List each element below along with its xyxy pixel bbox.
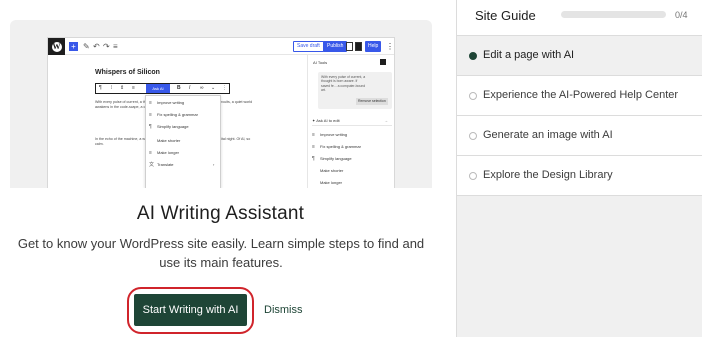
editor-preview-image: W + ✎ ↶ ↷ ≡ Save draft Publish Help ⋮ Wh… bbox=[10, 20, 432, 188]
remove-selection-button: Remove selection bbox=[356, 98, 388, 105]
undo-icon: ↶ bbox=[93, 42, 100, 51]
bold-icon: B bbox=[177, 85, 181, 91]
step-label: Explore the Design Library bbox=[483, 169, 613, 181]
chevron-down-icon: ⌄ bbox=[211, 85, 216, 91]
editor-toolbar: W + ✎ ↶ ↷ ≡ Save draft Publish Help ⋮ bbox=[48, 38, 394, 55]
guide-step[interactable]: Explore the Design Library bbox=[457, 156, 702, 196]
panel-item-icon: ≡ bbox=[312, 144, 315, 150]
start-writing-button[interactable]: Start Writing with AI bbox=[134, 294, 247, 326]
step-label: Experience the AI-Powered Help Center bbox=[483, 89, 679, 101]
wordpress-logo-icon: W bbox=[48, 38, 65, 55]
menu-item-icon: ≡ bbox=[149, 100, 152, 106]
editor-mockup: W + ✎ ↶ ↷ ≡ Save draft Publish Help ⋮ Wh… bbox=[47, 37, 395, 188]
align-icon: ≡ bbox=[132, 85, 135, 91]
progress-bar bbox=[561, 11, 666, 18]
menu-item: ≡ Fix spelling & grammar bbox=[149, 112, 198, 118]
more-icon: ⋮ bbox=[222, 85, 227, 91]
ai-tools-panel: AI Tools With every pulse of current, a … bbox=[307, 55, 394, 188]
step-status-icon bbox=[469, 92, 477, 100]
ask-ai-input: ✦ Ask AI to edit → bbox=[312, 116, 392, 126]
more-options-icon: ⋮ bbox=[386, 42, 394, 51]
help-button: Help bbox=[365, 41, 382, 52]
panel-background bbox=[457, 196, 702, 337]
feature-card: W + ✎ ↶ ↷ ≡ Save draft Publish Help ⋮ Wh… bbox=[0, 0, 456, 337]
panel-item: Make longer bbox=[320, 180, 343, 185]
list-view-icon: ≡ bbox=[113, 42, 118, 51]
guide-step[interactable]: Edit a page with AI bbox=[457, 36, 702, 76]
menu-item: Make shorter bbox=[157, 138, 181, 143]
italic-icon: I bbox=[189, 85, 191, 91]
progress-count: 0/4 bbox=[675, 10, 688, 20]
panel-item-icon: ≡ bbox=[312, 132, 315, 138]
bubble-text: With every pulse of current, a thought i… bbox=[321, 75, 366, 93]
panel-item: ≡ Fix spelling & grammar bbox=[312, 144, 361, 150]
chevron-right-icon: › bbox=[213, 162, 215, 167]
menu-item-icon: ≡ bbox=[149, 150, 152, 156]
close-icon bbox=[380, 59, 386, 65]
panel-item: Make shorter bbox=[320, 168, 344, 173]
menu-item-icon: ¶ bbox=[149, 124, 152, 130]
publish-button: Publish bbox=[323, 41, 348, 52]
paragraph-icon: ¶ bbox=[99, 85, 102, 91]
menu-item: ¶ Simplify language bbox=[149, 124, 189, 130]
send-arrow-icon: → bbox=[384, 118, 388, 123]
redo-icon: ↷ bbox=[103, 42, 110, 51]
block-toolbar: ¶ ⁞ ⇕ ≡ Ask AI B I ∞ ⌄ ⋮ bbox=[95, 83, 230, 94]
step-status-icon bbox=[469, 132, 477, 140]
panel-title: AI Tools bbox=[313, 60, 328, 65]
link-icon: ∞ bbox=[200, 85, 204, 91]
panel-item: ≡ Improve writing bbox=[312, 132, 348, 138]
settings-icon bbox=[346, 42, 353, 51]
panel-item: ¶ Simplify language bbox=[312, 156, 352, 162]
pencil-icon: ✎ bbox=[83, 42, 90, 51]
card-description: Get to know your WordPress site easily. … bbox=[17, 236, 425, 270]
ai-panel-icon bbox=[355, 42, 362, 51]
save-draft-button: Save draft bbox=[293, 41, 324, 52]
ai-dropdown-menu: ≡ Improve writing ≡ Fix spelling & grammar… bbox=[145, 95, 221, 188]
menu-item: ≡ Improve writing bbox=[149, 100, 185, 106]
dismiss-link[interactable]: Dismiss bbox=[264, 303, 303, 317]
menu-item: 文 Translate › bbox=[149, 162, 215, 168]
ask-ai-toolbar-button: Ask AI bbox=[146, 84, 170, 93]
guide-step[interactable]: Experience the AI-Powered Help Center bbox=[457, 76, 702, 116]
panel-item-icon: ¶ bbox=[312, 156, 315, 162]
menu-item: ≡ Make longer bbox=[149, 150, 180, 156]
selected-text-bubble: With every pulse of current, a thought i… bbox=[318, 72, 392, 109]
menu-item-icon: ≡ bbox=[149, 112, 152, 118]
step-status-icon bbox=[469, 52, 477, 60]
site-guide-panel: Site Guide 0/4 Edit a page with AI Exper… bbox=[456, 0, 702, 337]
site-guide-title: Site Guide bbox=[475, 8, 536, 23]
add-block-icon: + bbox=[69, 42, 78, 51]
step-label: Edit a page with AI bbox=[483, 49, 575, 61]
document-title: Whispers of Silicon bbox=[95, 69, 160, 76]
step-status-icon bbox=[469, 172, 477, 180]
move-icon: ⇕ bbox=[120, 85, 125, 91]
site-guide-header: Site Guide 0/4 bbox=[457, 0, 702, 36]
guide-step[interactable]: Generate an image with AI bbox=[457, 116, 702, 156]
step-label: Generate an image with AI bbox=[483, 129, 613, 141]
menu-item-icon: 文 bbox=[149, 162, 155, 168]
card-title: AI Writing Assistant bbox=[136, 203, 305, 224]
drag-icon: ⁞ bbox=[111, 85, 113, 91]
